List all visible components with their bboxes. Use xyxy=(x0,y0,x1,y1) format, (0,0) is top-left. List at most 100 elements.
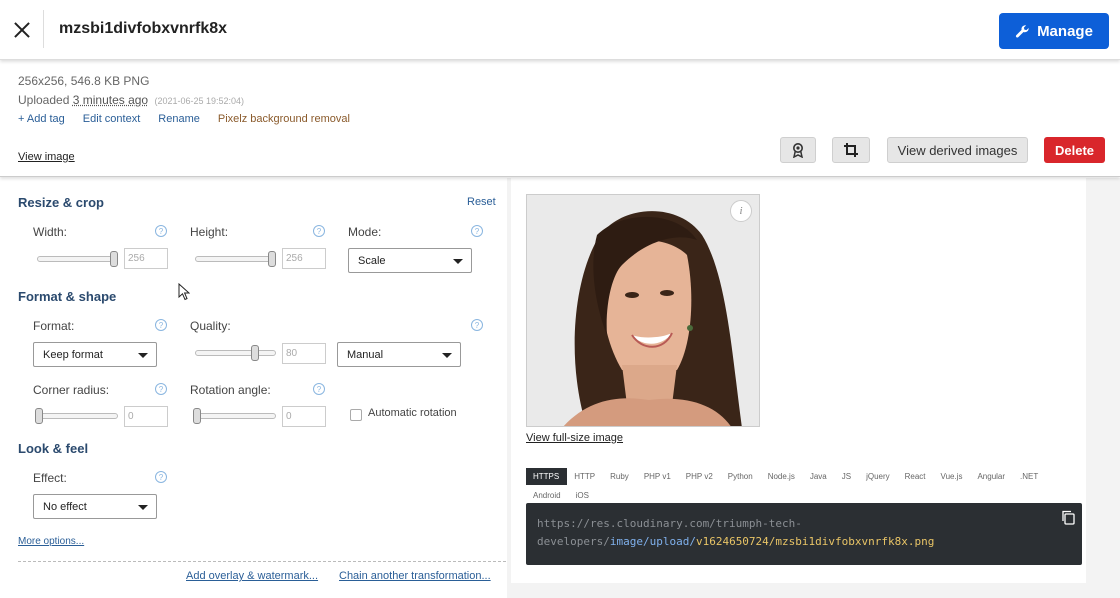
rotation-angle-label: Rotation angle: xyxy=(190,383,271,397)
tab-react[interactable]: React xyxy=(898,468,934,485)
tab-nodejs[interactable]: Node.js xyxy=(761,468,803,485)
width-slider[interactable] xyxy=(37,251,118,267)
quality-label: Quality: xyxy=(190,319,231,333)
more-options-link[interactable]: More options... xyxy=(18,536,84,547)
tab-ruby[interactable]: Ruby xyxy=(603,468,637,485)
crop-button[interactable] xyxy=(832,137,870,163)
tab-ios[interactable]: iOS xyxy=(569,487,597,504)
delete-button[interactable]: Delete xyxy=(1044,137,1105,163)
height-label: Height: xyxy=(190,225,229,239)
uploaded-timestamp: (2021-06-25 19:52:04) xyxy=(154,96,245,106)
help-icon[interactable]: ? xyxy=(471,225,483,237)
resize-crop-title: Resize & crop xyxy=(18,195,104,210)
rotation-angle-input[interactable] xyxy=(282,406,326,427)
corner-radius-thumb[interactable] xyxy=(35,408,43,424)
asset-info: 256x256, 546.8 KB PNG Uploaded 3 minutes… xyxy=(0,61,1120,177)
mode-label: Mode: xyxy=(348,225,382,239)
corner-radius-label: Corner radius: xyxy=(33,383,110,397)
tab-http[interactable]: HTTP xyxy=(567,468,603,485)
format-select[interactable]: Keep format xyxy=(33,342,157,367)
mode-value: Scale xyxy=(358,254,386,267)
url-line-2: developers/image/upload/v1624650724/mzsb… xyxy=(537,533,1071,551)
view-image-link[interactable]: View image xyxy=(18,151,75,163)
copy-icon[interactable] xyxy=(1061,510,1075,525)
reset-link[interactable]: Reset xyxy=(467,196,496,208)
portrait-image xyxy=(527,195,759,426)
format-shape-title: Format & shape xyxy=(18,289,117,304)
height-slider[interactable] xyxy=(195,251,276,267)
url-file: v1624650724/mzsbi1divfobxvnrfk8x.png xyxy=(695,535,935,548)
tab-php-v1[interactable]: PHP v1 xyxy=(637,468,679,485)
url-path: image/upload/ xyxy=(609,535,696,548)
add-tag-link[interactable]: + Add tag xyxy=(18,113,65,125)
transformation-editor: Resize & crop Reset Width: ? Height: ? M… xyxy=(0,178,507,598)
width-slider-thumb[interactable] xyxy=(110,251,118,267)
look-feel-title: Look & feel xyxy=(18,441,89,456)
tab-dotnet[interactable]: .NET xyxy=(1013,468,1046,485)
corner-radius-slider[interactable] xyxy=(35,408,118,424)
tab-vuejs[interactable]: Vue.js xyxy=(934,468,971,485)
caret-down-icon xyxy=(453,259,463,264)
add-overlay-link[interactable]: Add overlay & watermark... xyxy=(186,570,318,582)
chain-transformation-link[interactable]: Chain another transformation... xyxy=(339,570,491,582)
tab-php-v2[interactable]: PHP v2 xyxy=(679,468,721,485)
mouse-cursor-icon xyxy=(178,283,190,301)
tab-jquery[interactable]: jQuery xyxy=(859,468,898,485)
rotation-angle-thumb[interactable] xyxy=(193,408,201,424)
tab-https[interactable]: HTTPS xyxy=(526,468,568,485)
dashed-divider xyxy=(18,561,506,562)
url-prefix-2: developers/ xyxy=(537,535,610,548)
height-slider-thumb[interactable] xyxy=(268,251,276,267)
url-code-block[interactable]: https://res.cloudinary.com/triumph-tech-… xyxy=(526,503,1082,565)
rotation-angle-slider[interactable] xyxy=(193,408,276,424)
help-icon[interactable]: ? xyxy=(313,225,325,237)
edit-context-link[interactable]: Edit context xyxy=(83,113,140,125)
quality-input[interactable] xyxy=(282,343,326,364)
height-input[interactable] xyxy=(282,248,326,269)
help-icon[interactable]: ? xyxy=(155,471,167,483)
uploaded-prefix: Uploaded xyxy=(18,93,70,107)
top-bar: mzsbi1divfobxvnrfk8x Manage xyxy=(0,0,1120,60)
tab-android[interactable]: Android xyxy=(526,487,569,504)
manage-button[interactable]: Manage xyxy=(999,13,1109,49)
info-icon[interactable]: i xyxy=(730,200,752,222)
tab-angular[interactable]: Angular xyxy=(970,468,1013,485)
view-derived-button[interactable]: View derived images xyxy=(887,137,1028,163)
width-input[interactable] xyxy=(124,248,168,269)
view-full-size-link[interactable]: View full-size image xyxy=(526,432,623,444)
automatic-rotation-checkbox[interactable] xyxy=(350,409,362,421)
quality-slider[interactable] xyxy=(195,345,276,361)
mode-select[interactable]: Scale xyxy=(348,248,472,273)
quality-mode-select[interactable]: Manual xyxy=(337,342,461,367)
help-icon[interactable]: ? xyxy=(313,383,325,395)
tab-js[interactable]: JS xyxy=(835,468,859,485)
tab-java[interactable]: Java xyxy=(803,468,835,485)
corner-radius-input[interactable] xyxy=(124,406,168,427)
pixelz-link[interactable]: Pixelz background removal xyxy=(218,113,350,125)
close-icon[interactable] xyxy=(10,18,34,42)
crop-icon xyxy=(844,143,858,157)
caret-down-icon xyxy=(442,353,452,358)
automatic-rotation-label: Automatic rotation xyxy=(368,407,457,419)
effect-value: No effect xyxy=(43,500,87,513)
quality-slider-thumb[interactable] xyxy=(251,345,259,361)
rename-link[interactable]: Rename xyxy=(158,113,200,125)
help-icon[interactable]: ? xyxy=(471,319,483,331)
uploaded-info: Uploaded 3 minutes ago (2021-06-25 19:52… xyxy=(18,93,244,107)
asset-actions: + Add tag Edit context Rename Pixelz bac… xyxy=(18,113,350,125)
award-button[interactable] xyxy=(780,137,816,163)
caret-down-icon xyxy=(138,353,148,358)
asset-title: mzsbi1divfobxvnrfk8x xyxy=(59,20,228,37)
format-label: Format: xyxy=(33,319,75,333)
wrench-icon xyxy=(1016,24,1029,37)
image-preview[interactable] xyxy=(526,194,760,427)
effect-select[interactable]: No effect xyxy=(33,494,157,519)
help-icon[interactable]: ? xyxy=(155,383,167,395)
quality-mode-value: Manual xyxy=(347,348,384,361)
award-icon xyxy=(793,143,803,158)
help-icon[interactable]: ? xyxy=(155,225,167,237)
help-icon[interactable]: ? xyxy=(155,319,167,331)
tab-python[interactable]: Python xyxy=(721,468,761,485)
sdk-tabs: HTTPS HTTP Ruby PHP v1 PHP v2 Python Nod… xyxy=(526,468,1086,504)
manage-label: Manage xyxy=(1037,22,1093,40)
